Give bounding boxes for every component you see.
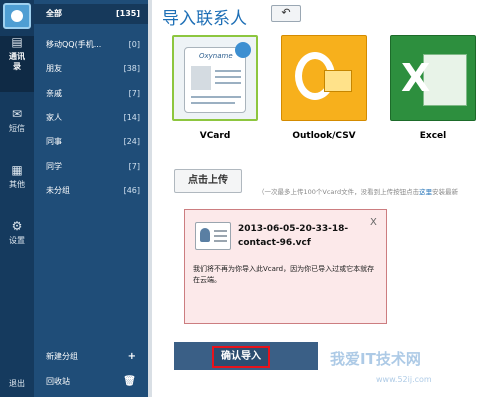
upload-button[interactable]: 点击上传 [174,169,242,193]
group-count: [7] [128,89,140,98]
grid-icon: ▦ [11,163,23,177]
group-item-ungrouped[interactable]: 未分组 [46] [34,181,148,201]
rail-item-sms-label: 短信 [9,124,25,133]
group-label: 全部 [46,9,62,18]
confirm-import-button[interactable]: 确认导入 [212,346,270,368]
upload-hint: （一次最多上传100个Vcard文件，没看到上传按钮点击这里安装最新 [258,186,458,196]
group-label: 移动QQ(手机... [46,40,102,49]
group-label: 同学 [46,162,62,171]
close-icon[interactable]: X [370,218,380,228]
hint-text-tail: 安装最新 [432,188,459,196]
group-count: [14] [123,113,140,122]
group-label: 家人 [46,113,62,122]
group-item-colleagues[interactable]: 同事 [24] [34,132,148,152]
import-notice: 2013-06-05-20-33-18-contact-96.vcf X 我们将… [184,209,387,324]
group-label: 亲戚 [46,89,62,98]
contact-groups-panel: 全部 [135] 移动QQ(手机... [0] 朋友 [38] 亲戚 [7] 家… [34,0,148,397]
rail-item-other[interactable]: ▦ 其他 [0,164,34,220]
group-count: [135] [115,9,140,18]
hint-link[interactable]: 这里 [419,188,432,196]
hint-text: （一次最多上传100个Vcard文件，没看到上传按钮点击 [258,188,420,196]
group-item-relatives[interactable]: 亲戚 [7] [34,84,148,104]
rail-item-settings-label: 设置 [9,236,25,245]
group-count: [7] [128,162,140,171]
watermark: 我爱IT技术网 [330,350,421,368]
excel-icon: X [401,56,431,100]
recycle-label: 回收站 [46,377,70,386]
group-item-friends[interactable]: 朋友 [38] [34,59,148,79]
rail-item-contacts[interactable]: ▤ 通讯录 [0,36,34,92]
rail-item-other-label: 其他 [9,180,25,189]
rail-item-contacts-label: 通讯录 [9,52,25,71]
format-vcard-option[interactable]: Oxyname [172,35,258,121]
format-outlook-label[interactable]: Outlook/CSV [281,131,367,141]
exit-button[interactable]: 退出 [0,378,34,389]
new-group-button[interactable]: 新建分组 + [34,347,148,367]
group-item-classmates[interactable]: 同学 [7] [34,157,148,177]
file-name: 2013-06-05-20-33-18-contact-96.vcf [238,224,349,248]
new-group-label: 新建分组 [46,352,78,361]
format-excel-label[interactable]: Excel [390,131,476,141]
group-label: 同事 [46,137,62,146]
notice-message: 我们将不再为你导入此Vcard，因为你已导入过或它本就存在云端。 [193,265,375,284]
format-vcard-label[interactable]: VCard [172,131,258,141]
vcard-icon: Oxyname [184,42,251,113]
format-excel-option[interactable]: X [390,35,476,121]
group-count: [46] [123,186,140,195]
contact-file-icon [195,222,231,250]
rail-item-settings[interactable]: ⚙ 设置 [0,220,34,276]
page-title: 导入联系人 [162,9,247,29]
contacts-icon: ▤ [11,35,23,49]
group-count: [24] [123,137,140,146]
group-label: 未分组 [46,186,70,195]
mail-icon: ✉ [11,107,23,121]
left-rail: ▤ 通讯录 ✉ 短信 ▦ 其他 ⚙ 设置 退出 [0,0,34,397]
group-item-all[interactable]: 全部 [135] [34,4,148,24]
format-outlook-option[interactable] [281,35,367,121]
trash-icon: 🗑 [123,376,136,387]
panel-divider [148,0,152,397]
avatar[interactable] [3,3,31,29]
group-count: [0] [128,40,140,49]
watermark-url: www.52ij.com [376,375,432,384]
rail-item-sms[interactable]: ✉ 短信 [0,108,34,164]
group-item-family[interactable]: 家人 [14] [34,108,148,128]
group-label: 朋友 [46,64,62,73]
gear-icon: ⚙ [11,219,23,233]
group-count: [38] [123,64,140,73]
group-item-mobileqq[interactable]: 移动QQ(手机... [0] [34,35,148,55]
vcard-logo-text: Oxyname [199,52,233,60]
recycle-bin-button[interactable]: 回收站 🗑 [34,372,148,392]
plus-icon: + [127,351,136,362]
back-button[interactable]: ↶ [271,5,301,22]
